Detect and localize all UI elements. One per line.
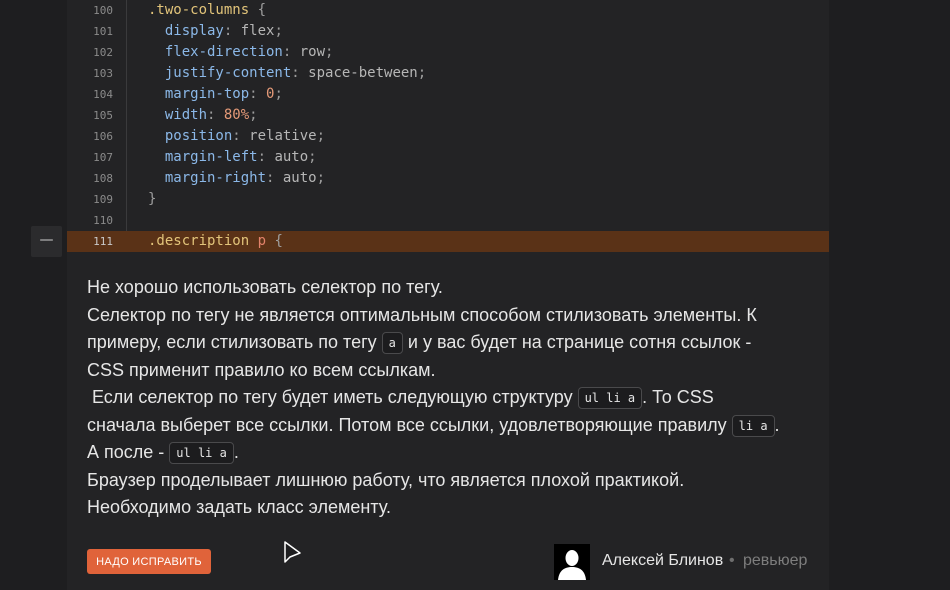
- code-line-100: 100 .two-columns {: [67, 0, 829, 21]
- comment-line: CSS применит правило ко всем ссылкам.: [87, 359, 436, 380]
- review-comment: Не хорошо использовать селектор по тегу.…: [87, 274, 807, 522]
- code-text: position: relative;: [148, 128, 326, 144]
- code-line-109: 109 }: [67, 189, 829, 210]
- line-number: 107: [93, 151, 113, 164]
- needs-fix-button[interactable]: НАДО ИСПРАВИТЬ: [87, 549, 211, 574]
- inline-code-chip: li a: [731, 414, 775, 437]
- code-line-105: 105 width: 80%;: [67, 105, 829, 126]
- comment-line: А после - ul li a.: [87, 442, 239, 464]
- comment-line: Необходимо задать класс элементу.: [87, 497, 391, 517]
- line-number: 105: [93, 109, 113, 122]
- user-avatar-icon: [554, 544, 590, 580]
- code-line-108: 108 margin-right: auto;: [67, 168, 829, 189]
- line-number: 110: [93, 214, 113, 227]
- code-line-110: 110: [67, 210, 829, 231]
- code-text: flex-direction: row;: [148, 44, 334, 60]
- code-line-107: 107 margin-left: auto;: [67, 147, 829, 168]
- line-number: 109: [93, 193, 113, 206]
- line-number: 102: [93, 46, 113, 59]
- inline-code-chip: ul li a: [577, 387, 643, 409]
- comment-line: сначала выберет все ссылки. Потом все сс…: [87, 414, 780, 437]
- code-text: display: flex;: [148, 23, 283, 39]
- code-text: margin-right: auto;: [148, 170, 326, 186]
- comment-line: Если селектор по тегу будет иметь следую…: [87, 387, 714, 409]
- line-number: 103: [93, 67, 113, 80]
- comment-line: Не хорошо использовать селектор по тегу.: [87, 277, 443, 297]
- line-number: 100: [93, 4, 113, 17]
- code-text: justify-content: space-between;: [148, 65, 427, 81]
- code-text: .two-columns {: [148, 2, 267, 18]
- code-line-106: 106 position: relative;: [67, 126, 829, 147]
- line-number: 106: [93, 130, 113, 143]
- line-number: 108: [93, 172, 113, 185]
- code-line-111-highlighted[interactable]: 111 .description p {: [67, 231, 829, 252]
- code-text: margin-left: auto;: [148, 149, 317, 165]
- reviewer-role: ревьюер: [743, 552, 808, 569]
- comment-line: Браузер проделывает лишнюю работу, что я…: [87, 469, 685, 490]
- code-text: }: [148, 191, 157, 207]
- code-line-104: 104 margin-top: 0;: [67, 84, 829, 105]
- mouse-cursor-icon: [283, 540, 303, 570]
- collapse-minus-icon[interactable]: —: [31, 226, 62, 257]
- code-text: margin-top: 0;: [148, 86, 283, 102]
- separator-dot: •: [729, 552, 735, 569]
- inline-code-chip: ul li a: [169, 442, 234, 464]
- line-number: 111: [93, 235, 113, 248]
- code-text: width: 80%;: [148, 107, 258, 123]
- code-line-101: 101 display: flex;: [67, 21, 829, 42]
- code-line-102: 102 flex-direction: row;: [67, 42, 829, 63]
- comment-line: Селектор по тегу не является оптимальным…: [87, 304, 757, 325]
- reviewer-name[interactable]: Алексей Блинов: [602, 552, 723, 570]
- code-text: .description p {: [148, 233, 283, 249]
- comment-line: примеру, если стилизовать по тегу a и у …: [87, 332, 752, 354]
- line-number: 101: [93, 25, 113, 38]
- line-number: 104: [93, 88, 113, 101]
- inline-code-chip: a: [381, 332, 403, 354]
- code-line-103: 103 justify-content: space-between;: [67, 63, 829, 84]
- code-panel: 100 .two-columns { 101 display: flex; 10…: [67, 0, 829, 252]
